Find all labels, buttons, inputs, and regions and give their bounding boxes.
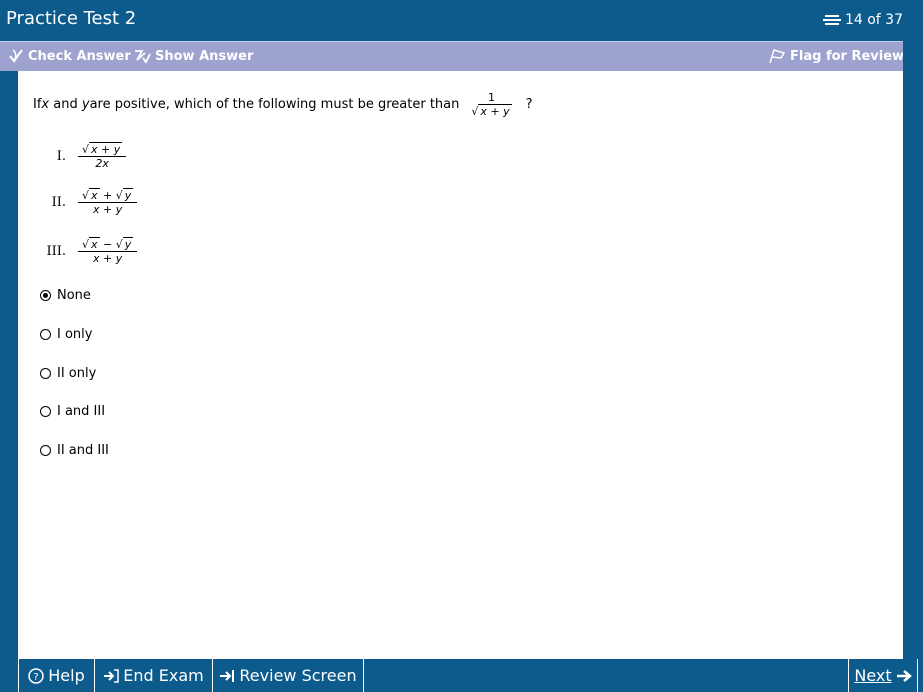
question-panel: If x and y are positive, which of the fo… [18, 71, 903, 659]
radio-button[interactable] [40, 445, 51, 456]
next-label: Next [854, 666, 892, 685]
statement-i: I. √ x + y 2x [48, 142, 130, 170]
statement-fraction: √ x − √ y x + y [78, 237, 138, 265]
check-answer-icon [9, 49, 23, 63]
fraction-denominator: √ x + y [471, 104, 512, 118]
statement-numeral: III. [46, 244, 66, 259]
question-text-part: are positive, which of the following mus… [89, 97, 460, 112]
flag-review-label: Flag for Review [790, 48, 905, 64]
answer-option-none[interactable]: None [40, 288, 91, 303]
help-icon: ? [28, 667, 44, 684]
toolbar: Check Answer Show Answer Flag for Review [0, 41, 905, 71]
statement-numeral: II. [51, 195, 66, 210]
help-button[interactable]: ? Help [18, 659, 95, 692]
answer-option-i-and-iii[interactable]: I and III [40, 404, 105, 419]
radio-button[interactable] [40, 406, 51, 417]
fraction-numerator: √ x + √ y [78, 188, 138, 203]
end-exam-label: End Exam [123, 666, 204, 685]
question-text-part: and [49, 97, 82, 112]
window-title: Practice Test 2 [6, 8, 137, 29]
list-icon [822, 15, 841, 25]
variable-x: x [41, 97, 50, 112]
svg-text:?: ? [34, 672, 39, 683]
statement-ii: II. √ x + √ y x + y [44, 188, 141, 216]
title-bar: Practice Test 2 14 of 37 [0, 0, 923, 41]
question-counter: 14 of 37 [822, 12, 903, 28]
option-label: II and III [57, 443, 109, 458]
check-answer-label: Check Answer [28, 48, 131, 64]
answer-option-i-only[interactable]: I only [40, 327, 92, 342]
fraction-numerator: √ x + y [78, 142, 127, 157]
question-stem: If x and y are positive, which of the fo… [33, 91, 533, 118]
fraction-denominator: 2x [95, 157, 109, 170]
review-screen-icon [220, 669, 235, 682]
show-answer-icon [135, 50, 151, 64]
option-label: I only [57, 327, 93, 342]
sqrt-content: x + y [89, 142, 123, 156]
radio-button[interactable] [40, 329, 51, 340]
check-answer-button[interactable]: Check Answer [8, 48, 131, 64]
operator: − [103, 238, 113, 251]
question-fraction: 1 √ x + y [467, 91, 515, 118]
statement-fraction: √ x + √ y x + y [78, 188, 138, 216]
radio-button[interactable] [40, 290, 51, 301]
show-answer-label: Show Answer [155, 48, 254, 64]
answer-option-ii-only[interactable]: II only [40, 366, 96, 381]
show-answer-button[interactable]: Show Answer [133, 48, 253, 64]
right-border [903, 41, 923, 659]
fraction-numerator: 1 [483, 91, 499, 105]
fraction-denominator: x + y [93, 252, 123, 265]
bottom-bar: ? Help End Exam Review Screen Next [0, 659, 923, 692]
help-label: Help [48, 666, 85, 685]
statement-numeral: I. [56, 149, 66, 164]
flag-icon [769, 49, 786, 64]
statement-iii: III. √ x − √ y x + y [40, 237, 141, 265]
end-exam-button[interactable]: End Exam [95, 659, 213, 692]
answer-option-ii-and-iii[interactable]: II and III [40, 443, 109, 458]
sqrt-content: x + y [478, 104, 512, 118]
statement-fraction: √ x + y 2x [78, 142, 127, 170]
review-screen-label: Review Screen [239, 666, 357, 685]
fraction-denominator: x + y [93, 203, 123, 216]
review-screen-button[interactable]: Review Screen [213, 659, 364, 692]
operator: + [103, 189, 113, 202]
counter-text: 14 of 37 [844, 12, 903, 28]
option-label: None [57, 288, 91, 303]
sqrt-content: x [89, 188, 100, 202]
option-label: II only [57, 366, 97, 381]
variable-y: y [81, 97, 90, 112]
fraction-numerator: √ x − √ y [78, 237, 138, 252]
option-label: I and III [57, 404, 106, 419]
next-button[interactable]: Next [848, 659, 918, 692]
radio-button[interactable] [40, 368, 51, 379]
flag-review-button[interactable]: Flag for Review [768, 48, 904, 64]
sqrt-content: y [122, 188, 134, 202]
question-mark: ? [525, 97, 533, 112]
end-exam-icon [104, 668, 120, 683]
arrow-right-icon [896, 669, 912, 682]
sqrt-content: y [122, 237, 134, 251]
sqrt-content: x [89, 237, 100, 251]
